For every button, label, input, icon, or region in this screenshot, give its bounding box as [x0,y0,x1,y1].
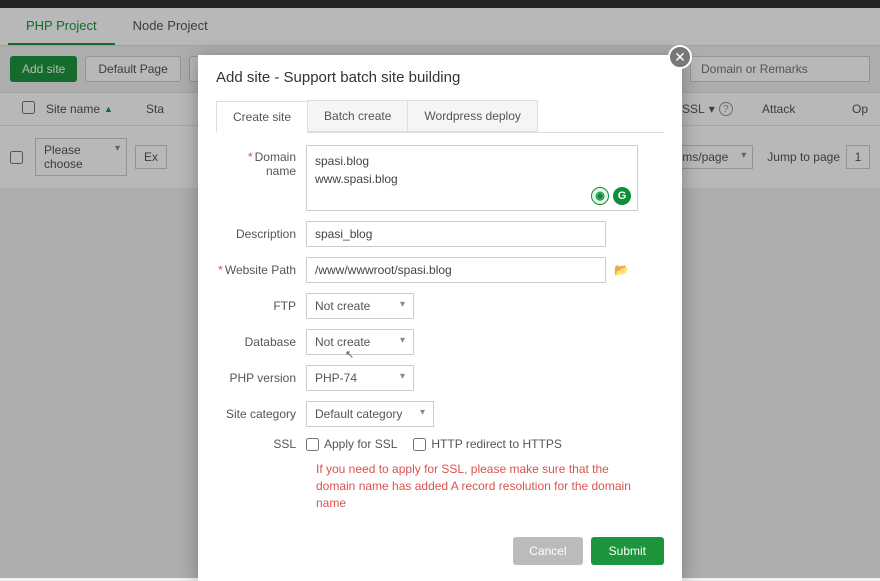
apply-ssl-checkbox[interactable] [306,438,319,451]
folder-icon[interactable]: 📂 [614,263,629,277]
cancel-button[interactable]: Cancel [513,537,582,565]
php-version-label: PHP version [216,371,306,385]
database-label: Database [216,335,306,349]
website-path-label: Website Path [225,263,296,277]
apply-ssl-label: Apply for SSL [324,437,397,451]
tab-batch-create[interactable]: Batch create [307,100,408,132]
submit-button[interactable]: Submit [591,537,664,565]
description-label: Description [216,227,306,241]
modal-title: Add site - Support batch site building [198,55,682,100]
tab-wordpress-deploy[interactable]: Wordpress deploy [407,100,538,132]
site-category-select[interactable]: Default category [306,401,434,427]
modal-overlay: ✕ Add site - Support batch site building… [0,0,880,578]
domain-label: Domain name [255,150,296,178]
site-category-label: Site category [216,407,306,421]
description-input[interactable] [306,221,606,247]
website-path-input[interactable] [306,257,606,283]
close-icon[interactable]: ✕ [668,45,692,69]
php-version-select[interactable]: PHP-74 [306,365,414,391]
refresh-icon[interactable]: G [613,187,631,205]
http-redirect-checkbox[interactable] [413,438,426,451]
database-select[interactable]: Not create↖ [306,329,414,355]
ftp-select[interactable]: Not create [306,293,414,319]
cursor-icon: ↖ [345,348,354,361]
tab-create-site[interactable]: Create site [216,101,308,133]
globe-icon[interactable]: ◉ [591,187,609,205]
add-site-modal: ✕ Add site - Support batch site building… [198,55,682,581]
modal-tabs: Create site Batch create Wordpress deplo… [216,100,664,133]
ssl-label: SSL [216,437,306,451]
ssl-warning: If you need to apply for SSL, please mak… [316,461,646,511]
domain-name-input[interactable]: spasi.blog www.spasi.blog ◉ G [306,145,638,211]
http-redirect-label: HTTP redirect to HTTPS [431,437,561,451]
ftp-label: FTP [216,299,306,313]
